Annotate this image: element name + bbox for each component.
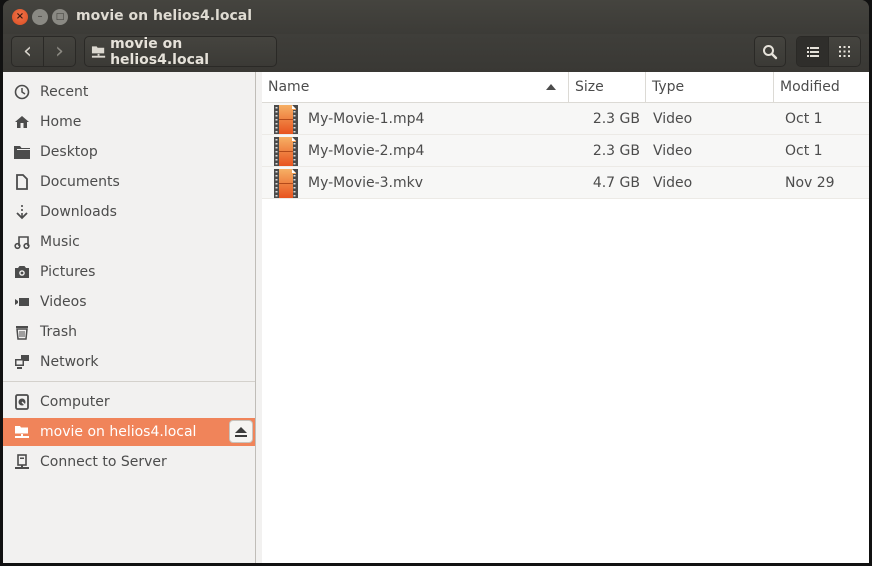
- toolbar: ‹ › movie on helios4.local: [3, 34, 869, 72]
- maximize-icon: □: [55, 11, 65, 22]
- file-modified: Oct 1: [785, 142, 823, 159]
- list-view-button[interactable]: [797, 37, 828, 66]
- maximize-button[interactable]: □: [52, 9, 68, 25]
- camera-icon: [15, 266, 29, 278]
- video-icon: [15, 298, 29, 306]
- sidebar-item-network[interactable]: Network: [3, 348, 255, 376]
- sidebar-item-connect-server[interactable]: Connect to Server: [3, 448, 255, 476]
- chevron-left-icon: ‹: [23, 39, 32, 64]
- harddisk-icon: [15, 394, 29, 410]
- sidebar-item-documents[interactable]: Documents: [3, 168, 255, 196]
- sidebar-item-label: Network: [40, 354, 99, 370]
- search-icon: [763, 44, 778, 59]
- sidebar-item-label: Desktop: [40, 144, 98, 160]
- sidebar-item-recent[interactable]: Recent: [3, 78, 255, 106]
- file-row[interactable]: My-Movie-1.mp4 2.3 GB Video Oct 1: [262, 103, 869, 135]
- sidebar-item-pictures[interactable]: Pictures: [3, 258, 255, 286]
- list-view-icon: [806, 46, 819, 57]
- video-file-icon: [274, 136, 298, 166]
- file-row[interactable]: My-Movie-3.mkv 4.7 GB Video Nov 29: [262, 167, 869, 199]
- file-modified: Oct 1: [785, 110, 823, 127]
- view-mode-group: [796, 36, 861, 67]
- column-header-name[interactable]: Name: [262, 72, 569, 102]
- sidebar-item-label: Recent: [40, 84, 89, 100]
- network-icon: [15, 355, 29, 369]
- sidebar-item-label: Documents: [40, 174, 120, 190]
- sidebar-item-label: movie on helios4.local: [40, 424, 197, 440]
- sidebar: Recent Home Desktop Documents Downloads …: [3, 72, 256, 563]
- navigation-buttons: ‹ ›: [11, 36, 76, 67]
- column-headers: Name Size Type Modified: [262, 72, 869, 103]
- search-button[interactable]: [754, 36, 786, 67]
- file-name: My-Movie-2.mp4: [308, 142, 425, 159]
- sidebar-item-trash[interactable]: Trash: [3, 318, 255, 346]
- sidebar-item-desktop[interactable]: Desktop: [3, 138, 255, 166]
- file-manager-window: × – □ movie on helios4.local ‹ › movie o…: [3, 0, 869, 563]
- close-icon: ×: [15, 11, 25, 22]
- path-label: movie on helios4.local: [110, 35, 210, 68]
- file-size: 2.3 GB: [592, 142, 640, 159]
- back-button[interactable]: ‹: [12, 37, 43, 66]
- sidebar-item-home[interactable]: Home: [3, 108, 255, 136]
- sidebar-item-music[interactable]: Music: [3, 228, 255, 256]
- file-list-view: Name Size Type Modified My-Movie-1.mp4 2…: [256, 72, 869, 563]
- document-icon: [16, 174, 28, 190]
- eject-icon: [235, 426, 247, 437]
- sidebar-item-computer[interactable]: Computer: [3, 388, 255, 416]
- window-title: movie on helios4.local: [76, 8, 252, 24]
- column-header-size[interactable]: Size: [569, 72, 646, 102]
- download-icon: [16, 205, 28, 220]
- sidebar-item-label: Videos: [40, 294, 87, 310]
- music-icon: [14, 236, 30, 250]
- file-size: 2.3 GB: [592, 110, 640, 127]
- trash-icon: [16, 326, 28, 340]
- file-name: My-Movie-1.mp4: [308, 110, 425, 127]
- sidebar-item-label: Trash: [40, 324, 77, 340]
- sort-ascending-icon: [546, 84, 556, 90]
- network-folder-icon: [15, 426, 29, 438]
- minimize-icon: –: [37, 11, 43, 22]
- file-type: Video: [653, 110, 693, 127]
- close-button[interactable]: ×: [12, 9, 28, 25]
- eject-button[interactable]: [229, 420, 253, 443]
- home-icon: [15, 116, 29, 128]
- file-type: Video: [653, 142, 693, 159]
- sidebar-separator: [3, 381, 255, 382]
- forward-button[interactable]: ›: [43, 37, 75, 66]
- sidebar-item-label: Computer: [40, 394, 110, 410]
- server-icon: [15, 454, 29, 469]
- minimize-button[interactable]: –: [32, 9, 48, 25]
- sidebar-item-label: Pictures: [40, 264, 96, 280]
- sidebar-item-label: Music: [40, 234, 80, 250]
- grid-view-icon: [839, 46, 850, 57]
- video-file-icon: [274, 168, 298, 198]
- file-size: 4.7 GB: [592, 174, 640, 191]
- sidebar-item-label: Downloads: [40, 204, 117, 220]
- column-header-type[interactable]: Type: [646, 72, 774, 102]
- clock-icon: [14, 84, 30, 100]
- folder-icon: [14, 146, 30, 159]
- file-rows: My-Movie-1.mp4 2.3 GB Video Oct 1 My-Mov…: [262, 103, 869, 199]
- sidebar-item-label: Connect to Server: [40, 454, 167, 470]
- grid-view-button[interactable]: [828, 37, 860, 66]
- sidebar-item-label: Home: [40, 114, 82, 130]
- sidebar-item-videos[interactable]: Videos: [3, 288, 255, 316]
- video-file-icon: [274, 104, 298, 134]
- column-header-modified[interactable]: Modified: [774, 72, 869, 102]
- sidebar-item-downloads[interactable]: Downloads: [3, 198, 255, 226]
- file-type: Video: [653, 174, 693, 191]
- chevron-right-icon: ›: [55, 39, 64, 64]
- network-folder-icon: [91, 45, 106, 58]
- sidebar-item-movie-share[interactable]: movie on helios4.local: [3, 418, 255, 446]
- path-bar-button[interactable]: movie on helios4.local: [84, 35, 277, 68]
- file-modified: Nov 29: [785, 174, 835, 191]
- title-bar: × – □ movie on helios4.local: [3, 0, 869, 34]
- file-name: My-Movie-3.mkv: [308, 174, 424, 191]
- file-row[interactable]: My-Movie-2.mp4 2.3 GB Video Oct 1: [262, 135, 869, 167]
